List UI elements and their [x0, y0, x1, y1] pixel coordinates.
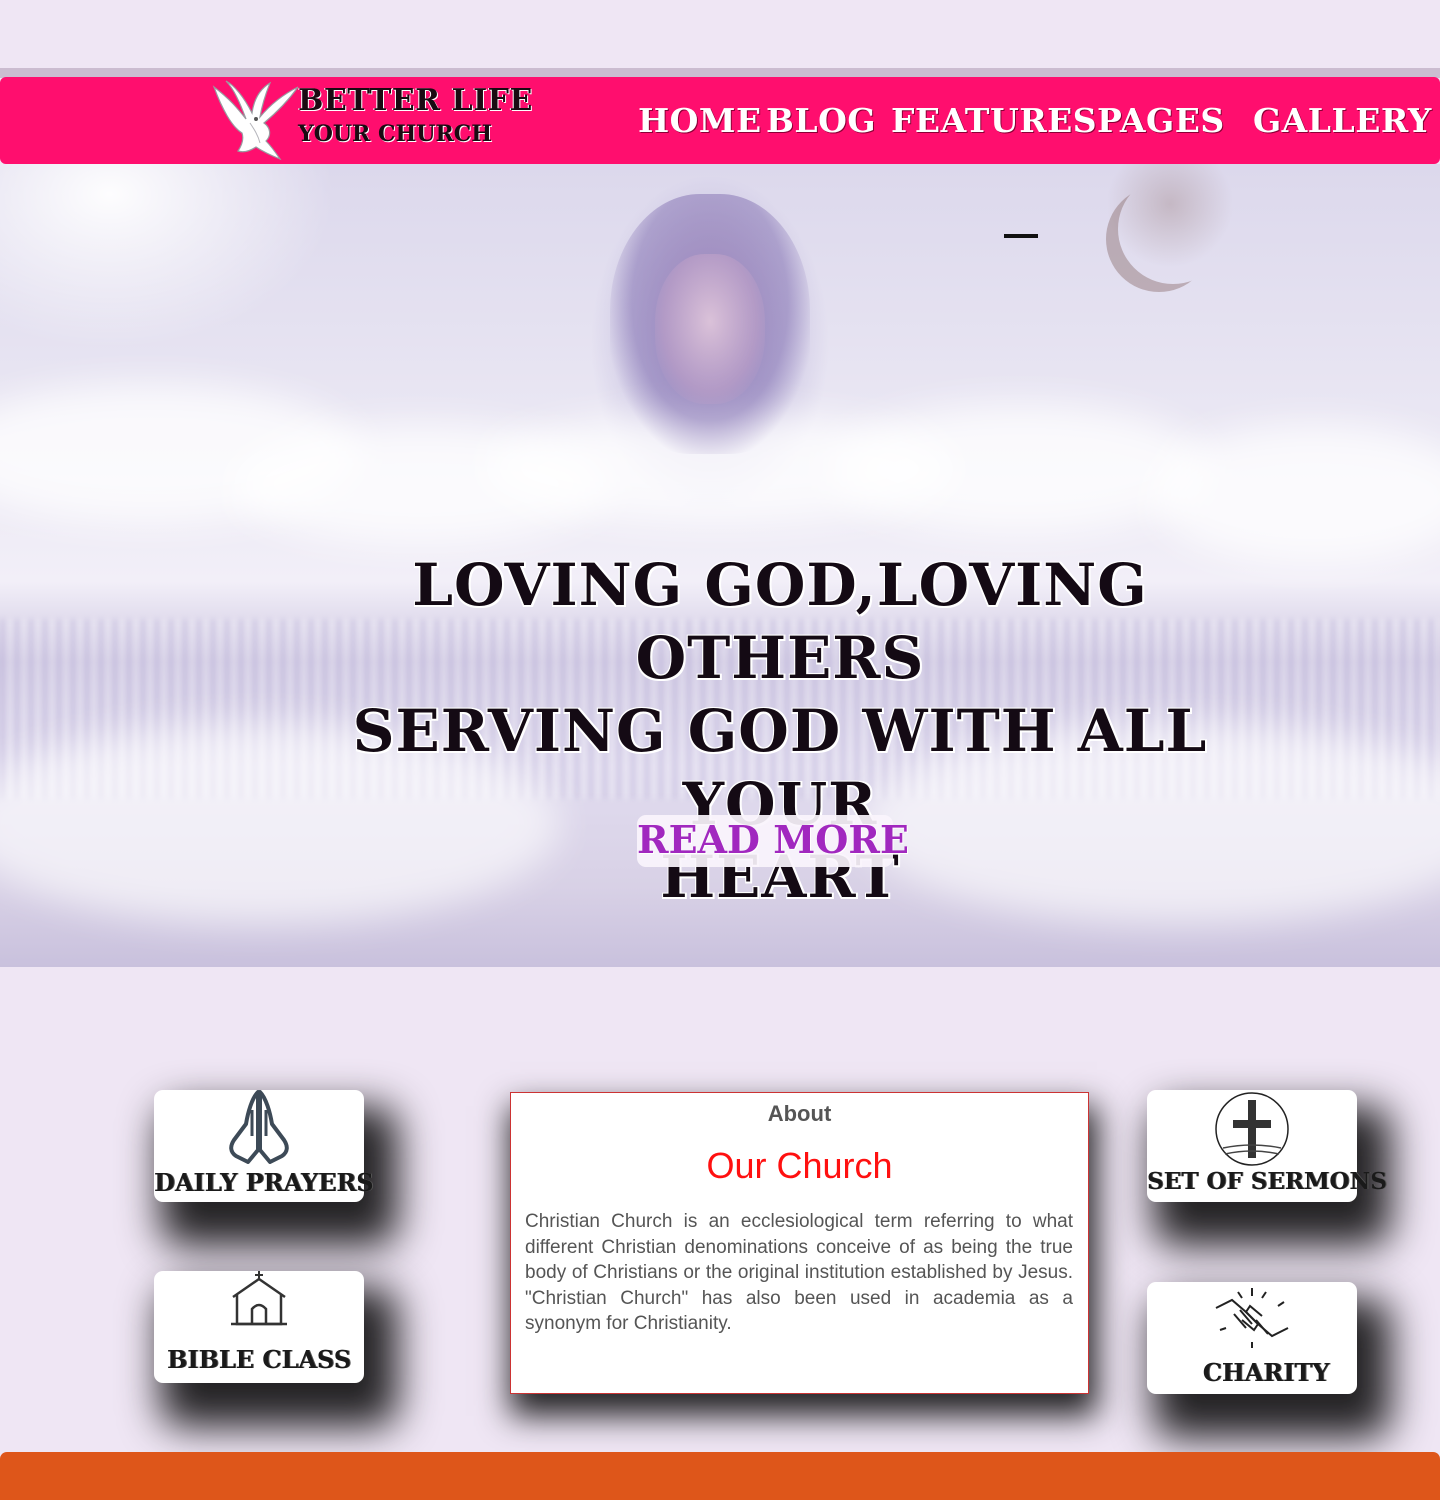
about-description: Christian Church is an ecclesiological t…: [525, 1211, 1073, 1334]
footer-bar: [0, 1452, 1440, 1500]
read-more-button[interactable]: READ MORE: [637, 815, 909, 867]
charity-card[interactable]: CHARITY: [1147, 1282, 1357, 1394]
about-kicker: About: [767, 1101, 832, 1126]
hero-portrait-face: [655, 254, 765, 404]
helping-hands-icon: [1147, 1286, 1357, 1350]
nav-pages[interactable]: PAGES: [1097, 101, 1225, 140]
cross-icon: [1147, 1090, 1357, 1168]
nav-blog[interactable]: BLOG: [766, 101, 876, 140]
daily-prayers-card[interactable]: DAILY PRAYERS: [154, 1090, 374, 1202]
dove-icon: [212, 80, 299, 161]
brand-name: BETTER LIFE: [298, 83, 533, 118]
about-panel: About Our Church Christian Church is an …: [510, 1092, 1089, 1394]
moon-shape: [1118, 174, 1228, 284]
bible-class-card[interactable]: BIBLE CLASS: [154, 1271, 364, 1383]
hero-title-line: LOVING GOD,LOVING OTHERS: [412, 551, 1148, 692]
card-label: CHARITY: [1202, 1358, 1330, 1387]
card-label: SET OF SERMONS: [1147, 1168, 1388, 1195]
card-label: BIBLE CLASS: [166, 1345, 352, 1374]
site-header: BETTER LIFE YOUR CHURCH HOME BLOG FEATUR…: [0, 77, 1440, 164]
praying-hands-icon: [154, 1090, 364, 1166]
nav-gallery[interactable]: GALLERY: [1253, 101, 1432, 140]
nav-features[interactable]: FEATURES: [891, 101, 1097, 140]
slider-indicator[interactable]: [1004, 234, 1038, 238]
nav-home[interactable]: HOME: [638, 101, 762, 140]
church-icon: [154, 1271, 364, 1327]
brand-logo[interactable]: BETTER LIFE YOUR CHURCH: [208, 77, 532, 164]
card-label: DAILY PRAYERS: [154, 1168, 374, 1197]
set-of-sermons-card[interactable]: SET OF SERMONS: [1147, 1090, 1388, 1202]
brand-tagline: YOUR CHURCH: [298, 121, 493, 147]
about-title: Our Church: [706, 1145, 893, 1186]
hero-banner: LOVING GOD,LOVING OTHERS SERVING GOD WIT…: [0, 164, 1440, 967]
